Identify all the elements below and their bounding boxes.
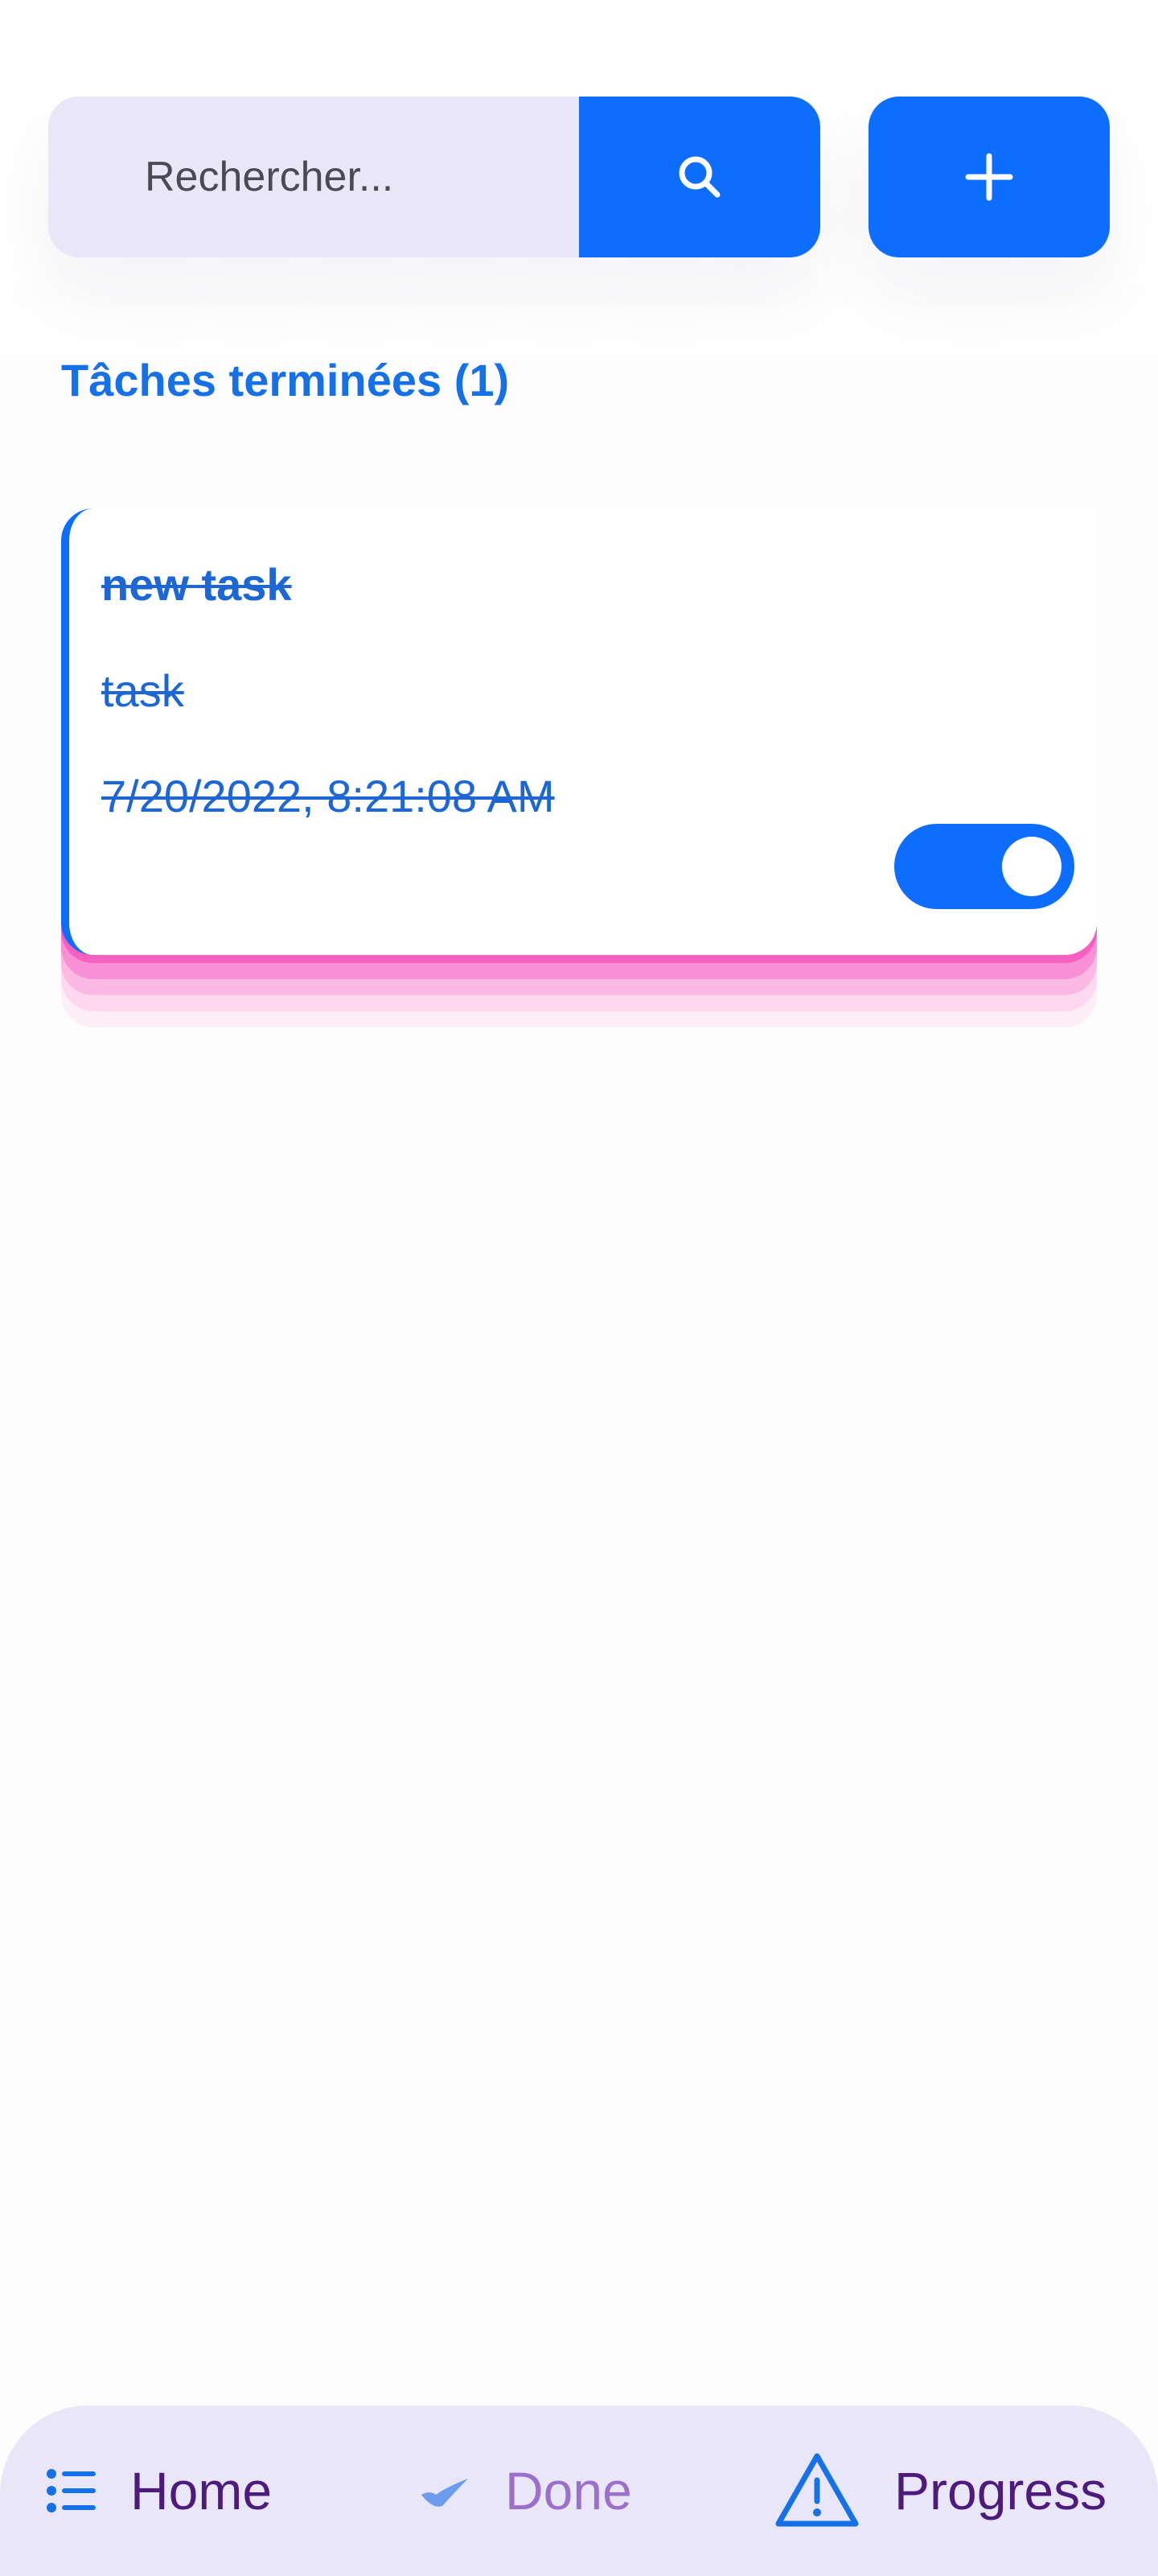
task-done-toggle[interactable]: [894, 824, 1074, 909]
search-icon: [676, 153, 724, 201]
task-card: new task task 7/20/2022, 8:21:08 AM: [61, 508, 1097, 1031]
toggle-knob: [1002, 837, 1062, 896]
nav-label-done: Done: [505, 2461, 632, 2520]
nav-label-home: Home: [130, 2461, 273, 2520]
plus-icon: [963, 151, 1015, 203]
warning-icon: [774, 2451, 860, 2530]
list-icon: [45, 2465, 96, 2516]
toolbar: [48, 97, 1110, 257]
task-date: 7/20/2022, 8:21:08 AM: [101, 771, 555, 821]
search-button[interactable]: [579, 97, 820, 257]
search-input[interactable]: [48, 97, 579, 257]
task-card-body: new task task 7/20/2022, 8:21:08 AM: [61, 508, 1097, 955]
nav-label-progress: Progress: [894, 2461, 1107, 2520]
task-description: task: [101, 665, 184, 716]
check-icon: [418, 2471, 471, 2511]
nav-item-done[interactable]: Done: [418, 2405, 632, 2576]
add-task-button[interactable]: [868, 97, 1110, 257]
search-bar: [48, 97, 820, 257]
task-title: new task: [101, 559, 292, 610]
completed-tasks-heading: Tâches terminées (1): [61, 355, 510, 405]
bottom-nav: Home Done Progress: [0, 2405, 1158, 2576]
nav-item-home[interactable]: Home: [45, 2405, 272, 2576]
nav-item-progress[interactable]: Progress: [774, 2405, 1107, 2576]
